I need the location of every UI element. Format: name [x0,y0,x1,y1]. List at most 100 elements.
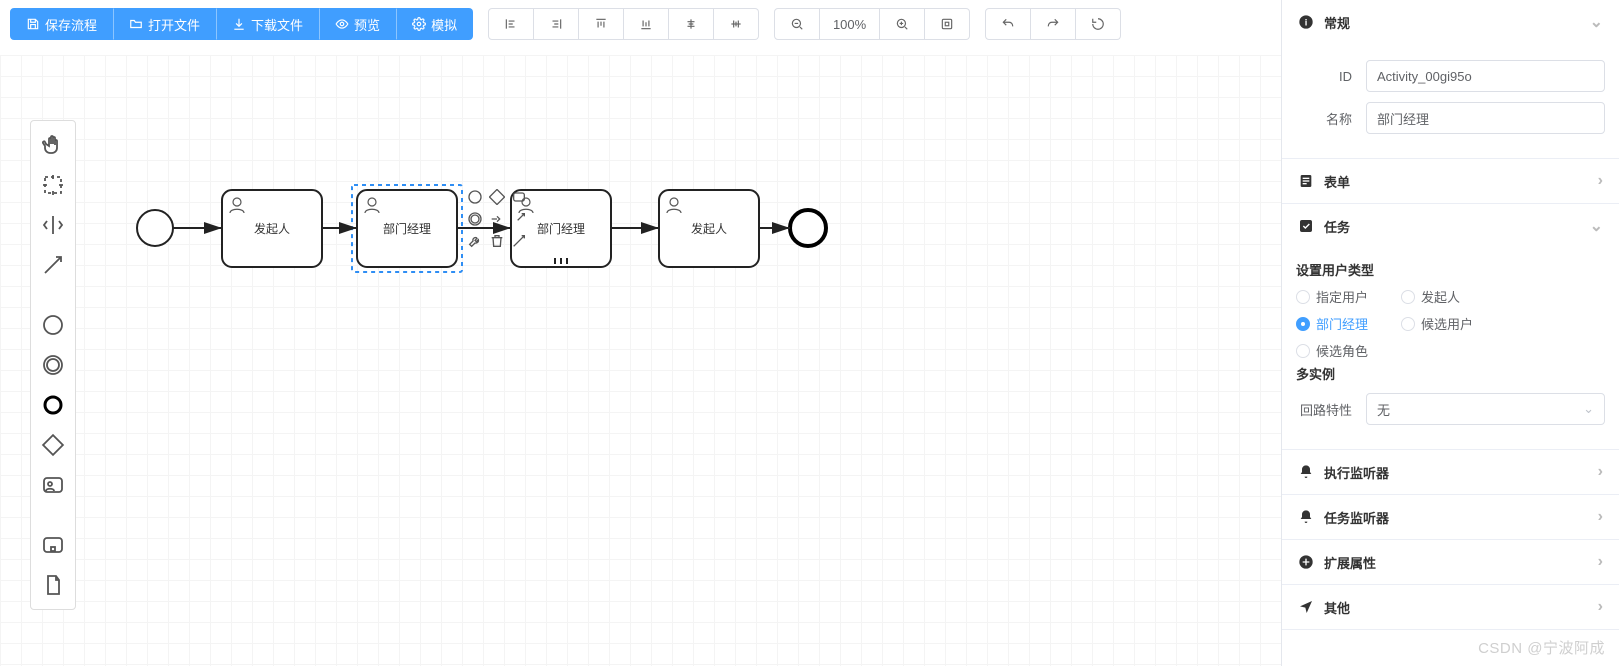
simulate-label: 模拟 [431,15,457,34]
align-vcenter-button[interactable] [714,8,759,40]
section-title: 常规 [1324,13,1350,32]
svg-text:i: i [1305,17,1308,27]
align-group [488,8,759,40]
section-general: i 常规 ⌄ ID 名称 [1282,0,1619,159]
name-label: 名称 [1296,109,1366,128]
task-label: 部门经理 [537,221,585,236]
radio-assigned-user[interactable]: 指定用户 [1296,287,1401,306]
chevron-right-icon: › [1598,553,1603,571]
section-task-header[interactable]: 任务 ⌄ [1282,204,1619,248]
section-form-header[interactable]: 表单 › [1282,159,1619,203]
redo-button[interactable] [1031,8,1076,40]
chevron-right-icon: › [1598,172,1603,190]
align-top-button[interactable] [579,8,624,40]
chevron-down-icon: ⌄ [1590,12,1603,32]
section-other-header[interactable]: 其他 › [1282,585,1619,629]
bpmn-task-initiator-1[interactable]: 发起人 [222,190,322,267]
radio-dept-manager[interactable]: 部门经理 [1296,314,1401,333]
bpmn-task-dept-manager-1[interactable]: 部门经理 [352,185,462,272]
download-button[interactable]: 下载文件 [216,8,319,40]
pad-append-intermediate-icon[interactable] [466,210,484,228]
section-title: 任务监听器 [1324,508,1389,527]
open-button[interactable]: 打开文件 [113,8,216,40]
save-button[interactable]: 保存流程 [10,8,113,40]
section-extension: 扩展属性 › [1282,540,1619,585]
palette-separator [34,285,72,305]
palette-separator [34,505,72,525]
save-label: 保存流程 [45,15,97,34]
context-pad [466,188,536,250]
multi-instance-title: 多实例 [1296,364,1605,383]
pad-annotation-icon[interactable] [488,210,506,228]
align-hcenter-button[interactable] [669,8,714,40]
diagram-canvas[interactable]: 发起人 部门经理 部门经理 发起人 [0,55,1281,666]
align-bottom-button[interactable] [624,8,669,40]
undo-button[interactable] [985,8,1031,40]
reset-button[interactable] [1076,8,1121,40]
section-extension-header[interactable]: 扩展属性 › [1282,540,1619,584]
bpmn-end-event[interactable] [790,210,826,246]
section-task-listener-header[interactable]: 任务监听器 › [1282,495,1619,539]
align-right-button[interactable] [534,8,579,40]
radio-candidate-role[interactable]: 候选角色 [1296,341,1401,360]
pad-append-event-icon[interactable] [466,188,484,206]
section-title: 扩展属性 [1324,553,1376,572]
chevron-down-icon: ⌄ [1590,216,1603,236]
palette-start-event[interactable] [34,305,72,345]
palette-gateway[interactable] [34,425,72,465]
palette-hand-tool[interactable] [34,125,72,165]
bpmn-diagram: 发起人 部门经理 部门经理 发起人 [0,55,1281,666]
zoom-fit-button[interactable] [925,8,970,40]
section-title: 其他 [1324,598,1350,617]
chevron-right-icon: › [1598,598,1603,616]
preview-label: 预览 [354,15,380,34]
task-label: 部门经理 [383,221,431,236]
section-task-listener: 任务监听器 › [1282,495,1619,540]
zoom-out-button[interactable] [774,8,820,40]
bpmn-task-initiator-2[interactable]: 发起人 [659,190,759,267]
pad-append-task-icon[interactable] [510,188,528,206]
pad-delete-icon[interactable] [488,232,506,250]
zoom-in-button[interactable] [880,8,925,40]
section-exec-listener: 执行监听器 › [1282,450,1619,495]
align-left-button[interactable] [488,8,534,40]
pad-connect-icon[interactable] [510,232,528,250]
pad-append-gateway-icon[interactable] [488,188,506,206]
section-title: 执行监听器 [1324,463,1389,482]
loop-select[interactable]: 无 ⌄ [1366,393,1605,425]
section-exec-listener-header[interactable]: 执行监听器 › [1282,450,1619,494]
palette-lasso-tool[interactable] [34,165,72,205]
section-general-header[interactable]: i 常规 ⌄ [1282,0,1619,44]
user-type-title: 设置用户类型 [1296,260,1605,279]
section-title: 表单 [1324,172,1350,191]
chevron-down-icon: ⌄ [1583,401,1594,417]
preview-button[interactable]: 预览 [319,8,396,40]
section-task: 任务 ⌄ 设置用户类型 指定用户 发起人 部门经理 候选用户 候选角色 多实例 … [1282,204,1619,450]
name-input[interactable] [1366,102,1605,134]
pad-wrench-icon[interactable] [466,232,484,250]
palette-space-tool[interactable] [34,205,72,245]
id-input[interactable] [1366,60,1605,92]
palette-data-object[interactable] [34,565,72,605]
section-other: 其他 › [1282,585,1619,630]
loop-select-value: 无 [1377,400,1390,419]
palette-user-task[interactable] [34,465,72,505]
palette-connect-tool[interactable] [34,245,72,285]
palette-intermediate-event[interactable] [34,345,72,385]
loop-label: 回路特性 [1296,400,1366,419]
simulate-button[interactable]: 模拟 [396,8,473,40]
pad-change-type-icon[interactable] [510,210,528,228]
palette-subprocess[interactable] [34,525,72,565]
task-label: 发起人 [691,221,727,236]
radio-candidate-user[interactable]: 候选用户 [1401,314,1506,333]
zoom-group: 100% [774,8,970,40]
bpmn-start-event[interactable] [137,210,173,246]
properties-panel: i 常规 ⌄ ID 名称 表单 › 任务 ⌄ 设置用户类 [1281,0,1619,666]
section-form: 表单 › [1282,159,1619,204]
open-label: 打开文件 [148,15,200,34]
palette-end-event[interactable] [34,385,72,425]
chevron-right-icon: › [1598,508,1603,526]
id-label: ID [1296,69,1366,84]
zoom-level: 100% [820,8,880,40]
radio-initiator[interactable]: 发起人 [1401,287,1506,306]
